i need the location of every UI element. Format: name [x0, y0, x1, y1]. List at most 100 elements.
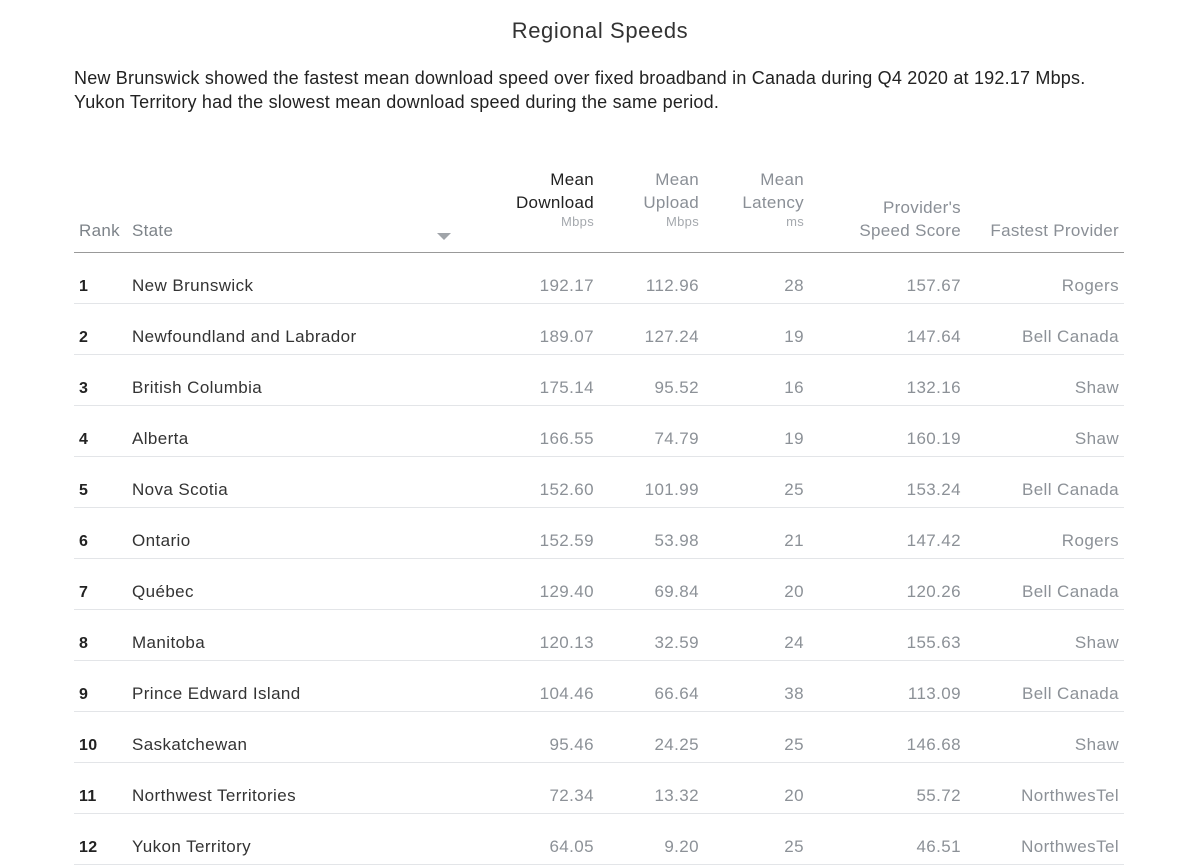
- latency-cell: 25: [704, 813, 809, 865]
- state-cell: British Columbia: [127, 354, 432, 406]
- state-cell: Manitoba: [127, 609, 432, 661]
- state-cell: Alberta: [127, 405, 432, 457]
- speed-score-cell: 46.51: [809, 813, 966, 865]
- state-column-header[interactable]: State: [127, 168, 432, 253]
- rank-cell: 5: [74, 456, 127, 508]
- speed-score-cell: 147.42: [809, 507, 966, 559]
- rank-cell: 9: [74, 660, 127, 712]
- upload-cell: 24.25: [599, 711, 704, 763]
- provider-cell: NorthwesTel: [966, 762, 1124, 814]
- upload-cell: 95.52: [599, 354, 704, 406]
- download-cell: 152.59: [432, 507, 599, 559]
- latency-cell: 19: [704, 405, 809, 457]
- state-cell: Prince Edward Island: [127, 660, 432, 712]
- state-cell: Nova Scotia: [127, 456, 432, 508]
- upload-cell: 66.64: [599, 660, 704, 712]
- speed-score-cell: 113.09: [809, 660, 966, 712]
- download-cell: 95.46: [432, 711, 599, 763]
- download-cell: 166.55: [432, 405, 599, 457]
- upload-cell: 101.99: [599, 456, 704, 508]
- provider-cell: Shaw: [966, 354, 1124, 406]
- provider-cell: Bell Canada: [966, 660, 1124, 712]
- download-cell: 64.05: [432, 813, 599, 865]
- provider-cell: Bell Canada: [966, 303, 1124, 355]
- download-cell: 104.46: [432, 660, 599, 712]
- rank-cell: 10: [74, 711, 127, 763]
- state-cell: New Brunswick: [127, 252, 432, 304]
- sort-descending-icon[interactable]: [437, 230, 594, 242]
- state-cell: Newfoundland and Labrador: [127, 303, 432, 355]
- table-row: 2 Newfoundland and Labrador 189.07 127.24 19…: [74, 303, 1124, 355]
- table-body: 1 New Brunswick 192.17 112.96 28 157.67 Rogers…: [74, 252, 1124, 865]
- rank-column-header[interactable]: Rank: [74, 168, 127, 253]
- upload-cell: 9.20: [599, 813, 704, 865]
- table-row: 12 Yukon Territory 64.05 9.20 25 46.51 Northwe…: [74, 813, 1124, 865]
- table-row: 7 Québec 129.40 69.84 20 120.26 Bell Canada: [74, 558, 1124, 610]
- download-cell: 192.17: [432, 252, 599, 304]
- table-row: 10 Saskatchewan 95.46 24.25 25 146.68 Shaw: [74, 711, 1124, 763]
- speed-score-cell: 160.19: [809, 405, 966, 457]
- upload-cell: 74.79: [599, 405, 704, 457]
- download-cell: 175.14: [432, 354, 599, 406]
- latency-cell: 25: [704, 456, 809, 508]
- provider-cell: Rogers: [966, 252, 1124, 304]
- latency-cell: 20: [704, 762, 809, 814]
- download-cell: 72.34: [432, 762, 599, 814]
- table-row: 11 Northwest Territories 72.34 13.32 20 55.72…: [74, 762, 1124, 814]
- table-row: 9 Prince Edward Island 104.46 66.64 38 113.09…: [74, 660, 1124, 712]
- rank-cell: 1: [74, 252, 127, 304]
- latency-cell: 25: [704, 711, 809, 763]
- table-row: 1 New Brunswick 192.17 112.96 28 157.67 Rogers: [74, 252, 1124, 304]
- table-row: 4 Alberta 166.55 74.79 19 160.19 Shaw: [74, 405, 1124, 457]
- summary-text: New Brunswick showed the fastest mean do…: [74, 68, 1086, 112]
- speed-score-cell: 146.68: [809, 711, 966, 763]
- upload-cell: 32.59: [599, 609, 704, 661]
- upload-cell: 13.32: [599, 762, 704, 814]
- speed-score-cell: 120.26: [809, 558, 966, 610]
- rank-cell: 11: [74, 762, 127, 814]
- table-row: 6 Ontario 152.59 53.98 21 147.42 Rogers: [74, 507, 1124, 559]
- download-cell: 152.60: [432, 456, 599, 508]
- state-cell: Saskatchewan: [127, 711, 432, 763]
- download-cell: 120.13: [432, 609, 599, 661]
- table-header-row: Rank State Mean Download Mbps Mean Uploa…: [74, 168, 1124, 253]
- latency-cell: 28: [704, 252, 809, 304]
- provider-cell: NorthwesTel: [966, 813, 1124, 865]
- rank-cell: 7: [74, 558, 127, 610]
- latency-cell: 24: [704, 609, 809, 661]
- provider-cell: Bell Canada: [966, 456, 1124, 508]
- provider-cell: Shaw: [966, 711, 1124, 763]
- speed-score-cell: 55.72: [809, 762, 966, 814]
- latency-cell: 20: [704, 558, 809, 610]
- download-cell: 189.07: [432, 303, 599, 355]
- provider-cell: Shaw: [966, 609, 1124, 661]
- rank-cell: 8: [74, 609, 127, 661]
- speed-score-column-header[interactable]: Provider's Speed Score: [809, 168, 966, 253]
- latency-cell: 38: [704, 660, 809, 712]
- speed-score-cell: 157.67: [809, 252, 966, 304]
- upload-cell: 127.24: [599, 303, 704, 355]
- upload-cell: 53.98: [599, 507, 704, 559]
- latency-cell: 19: [704, 303, 809, 355]
- speed-score-cell: 132.16: [809, 354, 966, 406]
- table-row: 3 British Columbia 175.14 95.52 16 132.16 Shaw: [74, 354, 1124, 406]
- state-cell: Northwest Territories: [127, 762, 432, 814]
- speed-score-cell: 155.63: [809, 609, 966, 661]
- upload-cell: 112.96: [599, 252, 704, 304]
- provider-cell: Rogers: [966, 507, 1124, 559]
- latency-cell: 16: [704, 354, 809, 406]
- page-title: Regional Speeds: [511, 18, 689, 43]
- latency-column-header[interactable]: Mean Latency ms: [704, 168, 809, 253]
- state-cell: Yukon Territory: [127, 813, 432, 865]
- rank-cell: 12: [74, 813, 127, 865]
- fastest-provider-column-header[interactable]: Fastest Provider: [966, 168, 1124, 253]
- rank-cell: 3: [74, 354, 127, 406]
- download-cell: 129.40: [432, 558, 599, 610]
- rank-cell: 6: [74, 507, 127, 559]
- upload-cell: 69.84: [599, 558, 704, 610]
- download-column-header[interactable]: Mean Download Mbps: [432, 168, 599, 253]
- latency-cell: 21: [704, 507, 809, 559]
- regional-speeds-table: Rank State Mean Download Mbps Mean Uploa…: [74, 168, 1124, 865]
- provider-cell: Bell Canada: [966, 558, 1124, 610]
- upload-column-header[interactable]: Mean Upload Mbps: [599, 168, 704, 253]
